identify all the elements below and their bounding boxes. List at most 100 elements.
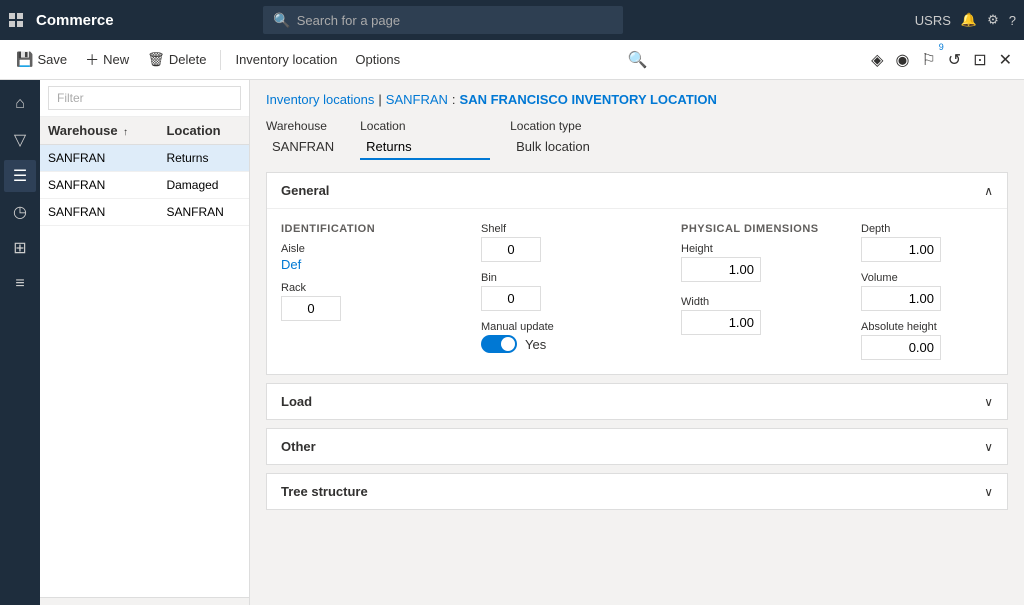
- tree-structure-chevron-icon: ∨: [984, 485, 993, 499]
- global-search[interactable]: 🔍: [263, 6, 623, 34]
- filter-container: [40, 80, 249, 117]
- records-table: Warehouse ↑ Location SANFRANReturnsSANFR…: [40, 117, 249, 597]
- sidebar-menu-icon[interactable]: ≡: [4, 268, 36, 300]
- aisle-group: Aisle Def: [281, 243, 441, 272]
- depth-value[interactable]: 1.00: [861, 237, 941, 262]
- general-section-header[interactable]: General ∧: [267, 173, 1007, 209]
- height-value[interactable]: 1.00: [681, 257, 761, 282]
- tree-structure-section: Tree structure ∨: [266, 473, 1008, 510]
- warehouse-column-header[interactable]: Warehouse ↑: [40, 117, 158, 145]
- breadcrumb-separator: |: [378, 92, 381, 107]
- sidebar-filter-icon[interactable]: ▽: [4, 124, 36, 156]
- height-group: Height 1.00: [681, 243, 821, 282]
- general-title: General: [281, 183, 329, 198]
- location-input[interactable]: [360, 135, 490, 160]
- rack-value[interactable]: 0: [281, 296, 341, 321]
- sort-arrow-icon: ↑: [123, 127, 128, 138]
- bin-group: Bin 0: [481, 272, 601, 311]
- warehouse-cell: SANFRAN: [40, 172, 158, 199]
- aisle-value[interactable]: Def: [281, 257, 441, 272]
- bin-label: Bin: [481, 272, 601, 284]
- shelf-value[interactable]: 0: [481, 237, 541, 262]
- notifications-icon[interactable]: 🔔: [961, 12, 977, 28]
- depth-group: Depth 1.00: [861, 223, 1001, 262]
- location-type-label: Location type: [510, 119, 596, 133]
- detail-panel: Inventory locations | SANFRAN : SAN FRAN…: [250, 80, 1024, 605]
- inventory-location-button[interactable]: Inventory location: [227, 44, 345, 76]
- sidebar-grid-icon[interactable]: ⊞: [4, 232, 36, 264]
- volume-label: Volume: [861, 272, 1001, 284]
- popout-icon[interactable]: ⊡: [969, 46, 990, 74]
- filter-input[interactable]: [48, 86, 241, 110]
- other-title: Other: [281, 439, 316, 454]
- other-section-header[interactable]: Other ∨: [267, 429, 1007, 464]
- aisle-label: Aisle: [281, 243, 441, 255]
- identification-label: IDENTIFICATION: [281, 223, 441, 235]
- width-value[interactable]: 1.00: [681, 310, 761, 335]
- search-input[interactable]: [297, 13, 614, 28]
- load-title: Load: [281, 394, 312, 409]
- depth-label: Depth: [861, 223, 1001, 235]
- rack-label: Rack: [281, 282, 441, 294]
- tree-structure-title: Tree structure: [281, 484, 368, 499]
- help-icon[interactable]: ?: [1009, 13, 1016, 28]
- location-cell: Returns: [158, 145, 249, 172]
- delete-icon: 🗑: [147, 51, 165, 68]
- sidebar-clock-icon[interactable]: ◷: [4, 196, 36, 228]
- list-scrollbar[interactable]: [40, 597, 249, 605]
- settings-icon[interactable]: ⚙: [987, 12, 999, 28]
- location-type-value: Bulk location: [510, 135, 596, 158]
- sidebar-home-icon[interactable]: ⌂: [4, 88, 36, 120]
- width-label: Width: [681, 296, 821, 308]
- location-column-header[interactable]: Location: [158, 117, 249, 145]
- save-button[interactable]: 💾 Save: [8, 44, 75, 76]
- warehouse-field: Warehouse SANFRAN: [266, 119, 340, 160]
- manual-update-group: Manual update Yes: [481, 321, 601, 353]
- identification-col: IDENTIFICATION Aisle Def Rack 0: [281, 223, 441, 360]
- absolute-height-label: Absolute height: [861, 321, 1001, 333]
- list-item[interactable]: SANFRANSANFRAN: [40, 199, 249, 226]
- breadcrumb: Inventory locations | SANFRAN : SAN FRAN…: [266, 92, 1008, 107]
- other-section: Other ∨: [266, 428, 1008, 465]
- manual-update-value: Yes: [525, 337, 546, 352]
- options-button[interactable]: Options: [347, 44, 408, 76]
- manual-update-toggle-row: Yes: [481, 335, 601, 353]
- location-cell: SANFRAN: [158, 199, 249, 226]
- app-grid-icon[interactable]: [8, 12, 24, 28]
- tree-structure-section-header[interactable]: Tree structure ∨: [267, 474, 1007, 509]
- office-icon[interactable]: ◉: [891, 46, 913, 74]
- width-group: Width 1.00: [681, 296, 821, 335]
- manual-update-toggle[interactable]: [481, 335, 517, 353]
- sidebar-list-icon[interactable]: ☰: [4, 160, 36, 192]
- breadcrumb-link[interactable]: Inventory locations: [266, 92, 374, 107]
- main-layout: ⌂ ▽ ☰ ◷ ⊞ ≡ Warehouse ↑ Location: [0, 80, 1024, 605]
- badge-icon[interactable]: ⚐9: [917, 46, 939, 74]
- close-icon[interactable]: ✕: [995, 46, 1016, 74]
- list-item[interactable]: SANFRANReturns: [40, 145, 249, 172]
- top-bar: Commerce 🔍 USRS 🔔 ⚙ ?: [0, 0, 1024, 40]
- warehouse-label: Warehouse: [266, 119, 340, 133]
- list-item[interactable]: SANFRANDamaged: [40, 172, 249, 199]
- absolute-height-value[interactable]: 0.00: [861, 335, 941, 360]
- breadcrumb-warehouse[interactable]: SANFRAN: [386, 92, 448, 107]
- depth-col: Depth 1.00 Volume 1.00 Absol: [861, 223, 1001, 360]
- action-search-icon[interactable]: 🔍: [620, 46, 656, 74]
- volume-value[interactable]: 1.00: [861, 286, 941, 311]
- new-button[interactable]: ＋ New: [77, 44, 137, 76]
- refresh-icon[interactable]: ↺: [944, 46, 965, 74]
- load-chevron-icon: ∨: [984, 395, 993, 409]
- breadcrumb-colon: :: [452, 92, 456, 107]
- pin-icon[interactable]: ◈: [867, 46, 887, 74]
- warehouse-cell: SANFRAN: [40, 199, 158, 226]
- shelf-group: Shelf 0: [481, 223, 601, 262]
- bin-value[interactable]: 0: [481, 286, 541, 311]
- action-bar-right: ◈ ◉ ⚐9 ↺ ⊡ ✕: [867, 46, 1016, 74]
- breadcrumb-current: SAN FRANCISCO INVENTORY LOCATION: [460, 92, 717, 107]
- form-header: Warehouse SANFRAN Location Location type…: [266, 119, 1008, 160]
- toggle-knob: [501, 337, 515, 351]
- delete-button[interactable]: 🗑 Delete: [139, 44, 214, 76]
- manual-update-label: Manual update: [481, 321, 601, 333]
- warehouse-cell: SANFRAN: [40, 145, 158, 172]
- load-section-header[interactable]: Load ∨: [267, 384, 1007, 419]
- location-field[interactable]: Location: [360, 119, 490, 160]
